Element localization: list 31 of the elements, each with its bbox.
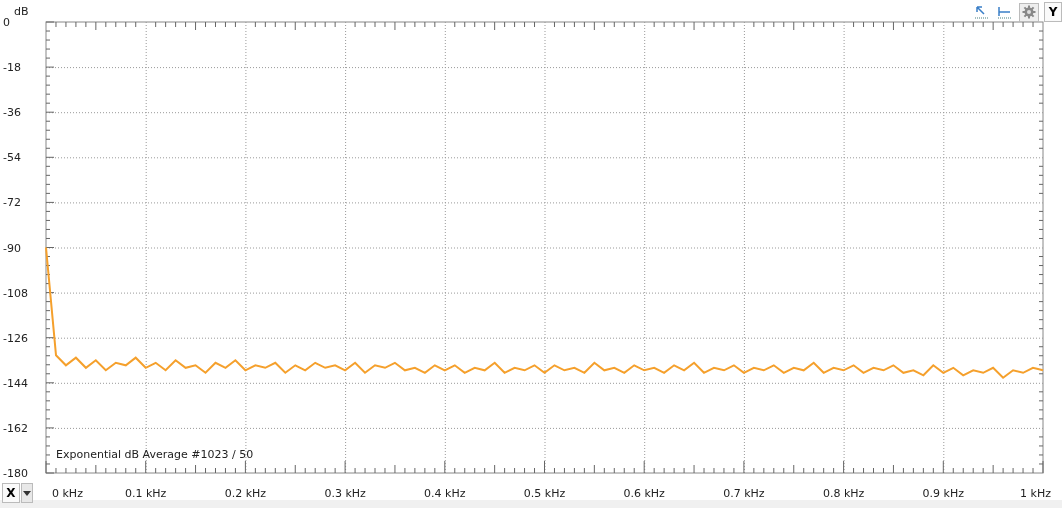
- y-tick-label: -54: [3, 151, 21, 165]
- x-tick-label: 0.8 kHz: [822, 487, 865, 500]
- y-tick-label: -144: [3, 376, 28, 390]
- x-tick-label: 0.6 kHz: [623, 487, 665, 500]
- x-tick-label: 0.3 kHz: [324, 487, 366, 500]
- y-tick-label: -162: [3, 421, 28, 435]
- y-tick-label: -72: [3, 196, 21, 210]
- x-tick-label: 0.1 kHz: [125, 487, 167, 500]
- y-tick-label: -126: [3, 331, 28, 345]
- x-tick-label: 0.5 kHz: [523, 487, 566, 500]
- cursor-arrow-icon[interactable]: [973, 4, 991, 20]
- marker-line-icon[interactable]: [996, 4, 1014, 20]
- x-tick-label: 0.2 kHz: [224, 487, 267, 500]
- x-tick-label: 1 kHz: [1020, 487, 1051, 500]
- y-axis-button[interactable]: Y: [1044, 2, 1062, 22]
- x-tick-label: 0.4 kHz: [424, 487, 466, 500]
- y-tick-label: -108: [3, 286, 28, 300]
- y-tick-label: -18: [3, 61, 21, 75]
- x-tick-label: 0 kHz: [52, 487, 83, 500]
- caret-icon: [23, 490, 31, 496]
- y-tick-label: -180: [3, 467, 28, 480]
- x-tick-label: 0.9 kHz: [922, 487, 964, 500]
- x-tick-label: 0.7 kHz: [723, 487, 765, 500]
- y-tick-label: -36: [3, 106, 21, 120]
- legend-text: Exponential dB Average #1023 / 50: [56, 448, 254, 461]
- y-tick-label: 0: [3, 16, 10, 29]
- dropdown-button[interactable]: [21, 483, 33, 503]
- settings-icon: [1022, 5, 1036, 19]
- x-axis-button[interactable]: X: [2, 483, 20, 503]
- y-axis-label: dB: [14, 5, 29, 18]
- y-tick-label: -90: [3, 241, 21, 255]
